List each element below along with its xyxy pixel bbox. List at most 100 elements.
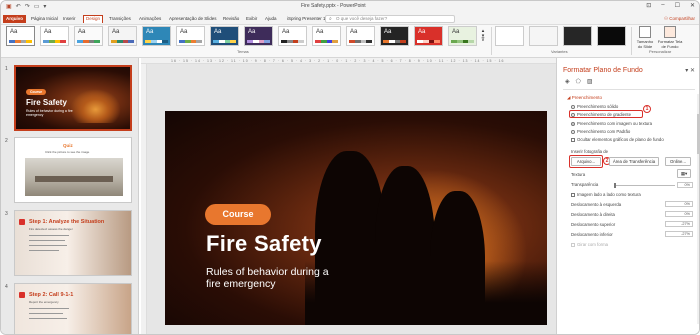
undo-icon[interactable]: ↶ bbox=[16, 3, 21, 11]
theme-sample-text: Aa bbox=[282, 29, 290, 35]
theme-color-bar bbox=[145, 40, 168, 43]
tab-design[interactable]: Design bbox=[83, 15, 104, 23]
current-slide[interactable]: Course Fire Safety Rules of behavior dur… bbox=[165, 111, 547, 325]
texture-label: Textura bbox=[571, 172, 586, 177]
image-source-label: Inserir fotografia de bbox=[571, 149, 609, 154]
tab-file[interactable]: Arquivo bbox=[3, 15, 27, 23]
theme-option[interactable]: Aa bbox=[176, 26, 205, 46]
highlight-box bbox=[569, 155, 603, 168]
theme-option[interactable]: Aa bbox=[448, 26, 477, 46]
redo-icon[interactable]: ↷ bbox=[25, 3, 30, 11]
thumb-title: Step 2: Call 9-1-1 bbox=[29, 292, 74, 298]
slide-title[interactable]: Fire Safety bbox=[206, 231, 322, 257]
theme-sample-text: Aa bbox=[214, 29, 222, 35]
tab-review[interactable]: Revisão bbox=[221, 15, 241, 23]
share-button[interactable]: ⚇ Compartilhar bbox=[664, 15, 695, 23]
theme-option[interactable]: Aa bbox=[278, 26, 307, 46]
clipboard-button[interactable]: Área de Transferência bbox=[609, 157, 659, 166]
theme-sample-text: Aa bbox=[44, 29, 52, 35]
slide-size-icon bbox=[639, 26, 651, 38]
tab-help[interactable]: Ajuda bbox=[263, 15, 279, 23]
theme-sample-text: Aa bbox=[384, 29, 392, 35]
search-input[interactable]: ⌕ O que você deseja fazer? bbox=[325, 15, 455, 23]
theme-option[interactable]: Aa bbox=[108, 26, 137, 46]
ribbon-display-icon[interactable]: ⊡ bbox=[646, 2, 651, 9]
tab-view[interactable]: Exibir bbox=[244, 15, 259, 23]
texture-dropdown[interactable]: ▦▾ bbox=[677, 169, 691, 178]
themes-group-label: Temas bbox=[237, 49, 249, 54]
tab-animations[interactable]: Animações bbox=[137, 15, 163, 23]
theme-color-bar bbox=[281, 40, 304, 43]
office-desk bbox=[35, 176, 113, 182]
theme-option[interactable]: Aa bbox=[346, 26, 375, 46]
thumb-subtitle: Rules of behavior during a fire emergenc… bbox=[26, 109, 73, 117]
fill-section-header[interactable]: ◢ Preenchimento bbox=[567, 95, 602, 101]
slide-thumbnail-2[interactable]: Quiz Click the picture to see the image bbox=[14, 137, 132, 203]
save-icon[interactable]: ▣ bbox=[6, 3, 12, 11]
theme-sample-text: Aa bbox=[146, 29, 154, 35]
divider bbox=[631, 27, 632, 55]
offset-bottom-input[interactable]: -27% bbox=[665, 231, 693, 237]
slide-thumbnail-1[interactable]: Course Fire Safety Rules of behavior dur… bbox=[14, 65, 132, 131]
solid-fill-radio[interactable]: Preenchimento sólido bbox=[571, 104, 618, 109]
tab-transitions[interactable]: Transições bbox=[107, 15, 133, 23]
theme-option[interactable]: Aa bbox=[142, 26, 171, 46]
theme-option[interactable]: Aa bbox=[380, 26, 409, 46]
variant-option[interactable] bbox=[495, 26, 524, 46]
variant-option[interactable] bbox=[563, 26, 592, 46]
offset-left-input[interactable]: 0% bbox=[665, 201, 693, 207]
transparency-label: Transparência bbox=[571, 182, 599, 187]
theme-option[interactable]: Aa bbox=[312, 26, 341, 46]
transparency-value[interactable]: 0% bbox=[677, 182, 693, 188]
theme-option[interactable]: Aa bbox=[244, 26, 273, 46]
thumb-pill: Course bbox=[26, 89, 46, 95]
format-background-button[interactable]: Formatar Tela de Fundo bbox=[657, 26, 683, 49]
offset-left-label: Deslocamento à esquerda bbox=[571, 202, 622, 207]
close-pane-icon[interactable]: ▾ ✕ bbox=[685, 67, 695, 74]
tab-slideshow[interactable]: Apresentação de Slides bbox=[167, 15, 219, 23]
theme-option[interactable]: Aa bbox=[74, 26, 103, 46]
pane-category-icons: ◈ ⬠ ▨ bbox=[565, 78, 593, 85]
tab-insert[interactable]: Inserir bbox=[61, 15, 78, 23]
hide-graphics-checkbox[interactable]: Ocultar elementos gráficos de plano de f… bbox=[571, 137, 664, 142]
effects-icon[interactable]: ⬠ bbox=[576, 78, 581, 85]
offset-right-input[interactable]: 0% bbox=[665, 211, 693, 217]
slide-subtitle[interactable]: Rules of behavior during a fire emergenc… bbox=[206, 266, 336, 290]
step-icon bbox=[19, 292, 25, 298]
pattern-fill-radio[interactable]: Preenchimento com Padrão bbox=[571, 129, 630, 134]
rotate-with-shape-checkbox[interactable]: Girar com forma bbox=[571, 242, 608, 247]
variant-option[interactable] bbox=[597, 26, 626, 46]
slide-thumbnail-4[interactable]: Step 2: Call 9-1-1 Report the emergency bbox=[14, 283, 132, 334]
slide-size-button[interactable]: Tamanho do Slide bbox=[635, 26, 655, 49]
maximize-icon[interactable]: ☐ bbox=[675, 2, 680, 9]
theme-option[interactable]: Aa bbox=[6, 26, 35, 46]
window-controls: ⊡ – ☐ ✕ bbox=[646, 2, 695, 9]
slide-editing-area: Course Fire Safety Rules of behavior dur… bbox=[141, 64, 556, 334]
picture-icon[interactable]: ▨ bbox=[587, 78, 593, 85]
offset-top-input[interactable]: -27% bbox=[665, 221, 693, 227]
theme-sample-text: Aa bbox=[350, 29, 358, 35]
theme-color-bar bbox=[315, 40, 338, 43]
present-icon[interactable]: ▭ bbox=[34, 3, 40, 11]
theme-option[interactable]: Aa bbox=[414, 26, 443, 46]
title-bar: ▣ ↶ ↷ ▭ ▾ Fire Safety.pptx - PowerPoint … bbox=[1, 1, 699, 13]
picture-fill-radio[interactable]: Preenchimento com imagem ou textura bbox=[571, 121, 652, 126]
theme-color-bar bbox=[43, 40, 66, 43]
variant-option[interactable] bbox=[529, 26, 558, 46]
theme-option[interactable]: Aa bbox=[210, 26, 239, 46]
theme-option[interactable]: Aa bbox=[40, 26, 69, 46]
online-button[interactable]: Online... bbox=[665, 157, 691, 166]
quick-access-toolbar: ▣ ↶ ↷ ▭ ▾ bbox=[6, 3, 46, 11]
close-icon[interactable]: ✕ bbox=[690, 2, 695, 9]
tab-home[interactable]: Página Inicial bbox=[29, 15, 60, 23]
slide-thumbnail-3[interactable]: Step 1: Analyze the Situation Fire detec… bbox=[14, 210, 132, 276]
themes-scroll-icon[interactable]: ▴ ▾ ⊽ bbox=[479, 29, 487, 43]
minimize-icon[interactable]: – bbox=[661, 2, 664, 9]
tab-ispring[interactable]: iSpring Presenter 10 bbox=[285, 15, 330, 23]
transparency-slider[interactable] bbox=[614, 183, 675, 188]
tile-checkbox[interactable]: Imagem lado a lado como textura bbox=[571, 192, 641, 197]
customize-group-label: Personalizar bbox=[649, 49, 672, 54]
fill-bucket-icon[interactable]: ◈ bbox=[565, 78, 570, 85]
customize-qat-icon[interactable]: ▾ bbox=[43, 3, 46, 11]
theme-color-bar bbox=[417, 40, 440, 43]
